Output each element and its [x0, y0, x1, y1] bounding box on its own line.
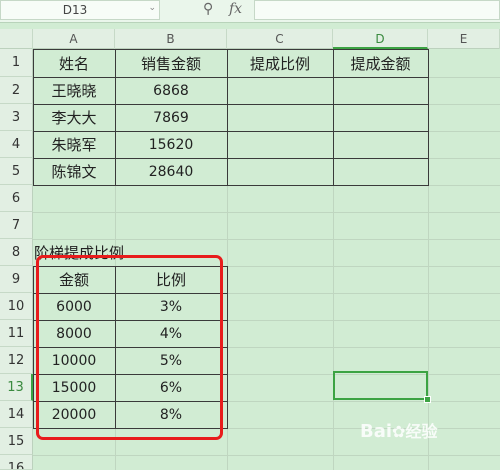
- row-header-2[interactable]: 2: [0, 77, 33, 104]
- row-header-8[interactable]: 8: [0, 239, 33, 266]
- row-header-16[interactable]: 16: [0, 455, 33, 470]
- selected-cell-d13[interactable]: [333, 371, 428, 400]
- row-header-3[interactable]: 3: [0, 104, 33, 131]
- sales-row-amount[interactable]: 7869: [115, 104, 227, 131]
- function-icon[interactable]: fx: [229, 1, 242, 17]
- row-header-4[interactable]: 4: [0, 131, 33, 158]
- row-header-10[interactable]: 10: [0, 293, 33, 320]
- sales-row-name[interactable]: 陈锦文: [33, 158, 115, 185]
- magnifier-icon[interactable]: ⚲: [203, 1, 213, 17]
- column-header-d[interactable]: D: [333, 29, 428, 49]
- select-all-corner[interactable]: [0, 29, 33, 49]
- sales-header-ratio[interactable]: 提成比例: [227, 49, 333, 77]
- row-header-14[interactable]: 14: [0, 401, 33, 428]
- row-header-15[interactable]: 15: [0, 428, 33, 455]
- formula-bar: D13 ⌄ ⚲ fx: [0, 0, 500, 23]
- row-header-5[interactable]: 5: [0, 158, 33, 185]
- sales-row-amount[interactable]: 15620: [115, 131, 227, 158]
- row-header-9[interactable]: 9: [0, 266, 33, 293]
- row-header-11[interactable]: 11: [0, 320, 33, 347]
- sales-row-amount[interactable]: 28640: [115, 158, 227, 185]
- column-header-e[interactable]: E: [428, 29, 500, 49]
- sales-row-name[interactable]: 李大大: [33, 104, 115, 131]
- sales-row-name[interactable]: 朱晓军: [33, 131, 115, 158]
- chevron-down-icon[interactable]: ⌄: [148, 3, 156, 13]
- sales-header-amount[interactable]: 销售金额: [115, 49, 227, 77]
- paw-icon: ✿: [392, 422, 406, 441]
- sales-row-name[interactable]: 王晓晓: [33, 77, 115, 104]
- column-header-b[interactable]: B: [115, 29, 227, 49]
- watermark: Bai✿经验: [360, 418, 437, 442]
- highlight-box: [36, 255, 223, 440]
- watermark-text: 经验: [405, 422, 438, 441]
- name-box[interactable]: D13 ⌄: [0, 0, 160, 20]
- column-header-row: A B C D E: [0, 29, 500, 49]
- watermark-logo: Bai: [360, 421, 393, 442]
- row-header-7[interactable]: 7: [0, 212, 33, 239]
- sales-header-commission[interactable]: 提成金额: [333, 49, 428, 77]
- sales-header-name[interactable]: 姓名: [33, 49, 115, 77]
- row-header-6[interactable]: 6: [0, 185, 33, 212]
- column-header-c[interactable]: C: [227, 29, 333, 49]
- fill-handle[interactable]: [424, 396, 431, 403]
- row-header-1[interactable]: 1: [0, 49, 33, 77]
- name-box-value: D13: [62, 3, 88, 17]
- row-header-13[interactable]: 13: [0, 374, 33, 401]
- formula-input[interactable]: [254, 0, 500, 20]
- column-header-a[interactable]: A: [33, 29, 115, 49]
- row-header-12[interactable]: 12: [0, 347, 33, 374]
- sales-row-amount[interactable]: 6868: [115, 77, 227, 104]
